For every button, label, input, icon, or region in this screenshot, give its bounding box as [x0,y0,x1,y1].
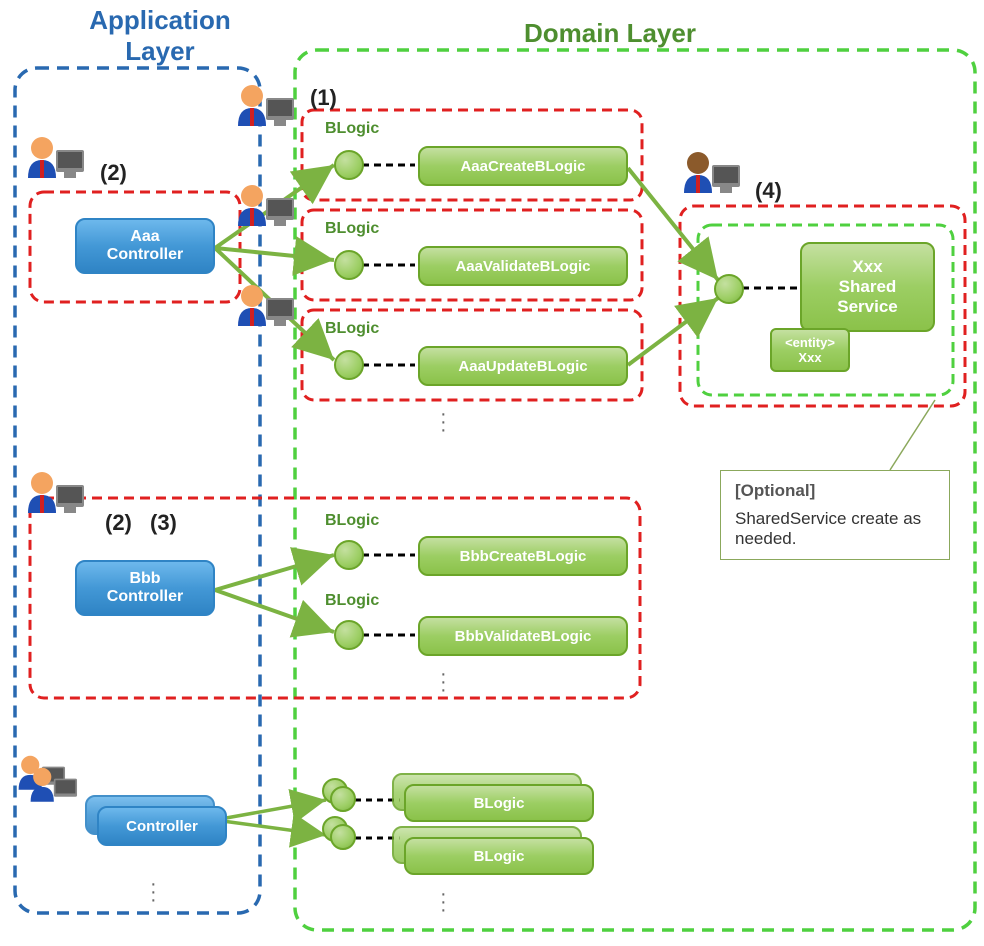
bbb-create-blogic-box: BbbCreateBLogic [418,536,628,576]
blogic-label-2: BLogic [325,220,379,238]
interface-circle-g1 [330,786,356,812]
interface-circle-shared [714,274,744,304]
generic-controller-box: Controller [97,806,227,846]
application-layer-title: Application Layer [60,5,260,67]
bbb-controller-box: Bbb Controller [75,560,215,616]
aaa-update-blogic-box: AaaUpdateBLogic [418,346,628,386]
step-2a: (2) [100,160,127,186]
vdots-1: ··· [440,410,447,434]
user-icon-blogic3 [230,278,300,348]
interface-circle-1 [334,150,364,180]
blogic-label-1: BLogic [325,120,379,138]
arrow-bbb-create [215,555,334,590]
arrow-bbb-validate [215,590,334,632]
step-3: (3) [150,510,177,536]
bbb-validate-blogic-box: BbbValidateBLogic [418,616,628,656]
note-body: SharedService create as needed. [735,509,935,549]
note-box: [Optional] SharedService create as neede… [720,470,950,560]
step-4: (4) [755,178,782,204]
interface-circle-5 [334,620,364,650]
interface-circle-4 [334,540,364,570]
aaa-create-blogic-box: AaaCreateBLogic [418,146,628,186]
user-icon-shared [676,145,746,215]
generic-blogic-1: BLogic [404,784,594,822]
aaa-validate-blogic-box: AaaValidateBLogic [418,246,628,286]
vdots-4: ··· [440,890,447,914]
interface-circle-3 [334,350,364,380]
user-icon-stack-front [24,762,82,820]
shared-service-box: Xxx Shared Service [800,242,935,332]
user-icon-bbb [20,465,90,535]
user-icon-blogic1 [230,78,300,148]
user-icon-aaa [20,130,90,200]
interface-circle-g2 [330,824,356,850]
step-2b: (2) [105,510,132,536]
note-title: [Optional] [735,481,935,501]
blogic-label-5: BLogic [325,592,379,610]
vdots-3: ··· [150,880,157,904]
vdots-2: ··· [440,670,447,694]
domain-layer-title: Domain Layer [480,18,740,49]
arrow-aaa-validate [215,248,334,260]
blogic-label-4: BLogic [325,512,379,530]
generic-blogic-2: BLogic [404,837,594,875]
entity-box: <entity> Xxx [770,328,850,372]
interface-circle-2 [334,250,364,280]
blogic-label-3: BLogic [325,320,379,338]
step-1: (1) [310,85,337,111]
user-icon-blogic2 [230,178,300,248]
aaa-controller-box: Aaa Controller [75,218,215,274]
